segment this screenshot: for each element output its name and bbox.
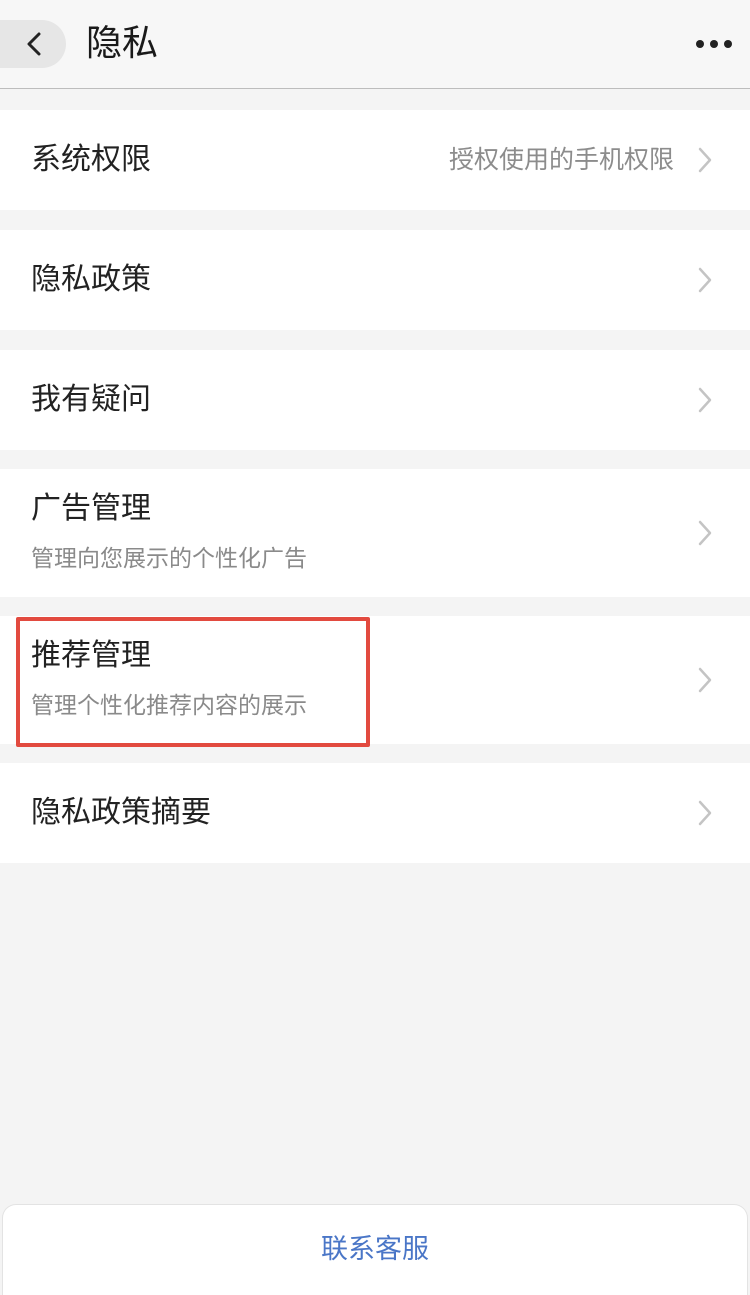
row-title: 系统权限 (31, 142, 151, 177)
back-button[interactable] (0, 20, 66, 68)
chevron-right-icon (698, 800, 712, 826)
row-title: 隐私政策摘要 (31, 795, 211, 830)
row-title: 隐私政策 (31, 262, 151, 297)
page-title: 隐私 (86, 23, 159, 64)
chevron-right-icon (698, 267, 712, 293)
more-horizontal-icon (696, 40, 732, 48)
more-options-button[interactable] (694, 28, 734, 60)
header-bar: 隐私 (0, 0, 750, 89)
privacy-policy-summary-row[interactable]: 隐私政策摘要 (0, 763, 750, 863)
row-title: 我有疑问 (31, 382, 151, 417)
chevron-right-icon (698, 667, 712, 693)
row-value: 授权使用的手机权限 (448, 145, 674, 174)
row-title: 广告管理 (31, 491, 151, 526)
questions-row[interactable]: 我有疑问 (0, 350, 750, 450)
ad-management-row[interactable]: 广告管理 管理向您展示的个性化广告 (0, 469, 750, 597)
row-subtitle: 管理向您展示的个性化广告 (31, 546, 307, 572)
contact-support-button[interactable]: 联系客服 (3, 1205, 747, 1295)
chevron-right-icon (698, 147, 712, 173)
bottom-action-bar: 联系客服 (2, 1204, 748, 1295)
chevron-right-icon (698, 387, 712, 413)
privacy-policy-row[interactable]: 隐私政策 (0, 230, 750, 330)
chevron-right-icon (698, 520, 712, 546)
row-title: 推荐管理 (31, 638, 151, 673)
row-subtitle: 管理个性化推荐内容的展示 (31, 693, 307, 719)
system-permissions-row[interactable]: 系统权限 授权使用的手机权限 (0, 110, 750, 210)
chevron-left-icon (27, 32, 41, 56)
recommendation-management-row[interactable]: 推荐管理 管理个性化推荐内容的展示 (0, 616, 750, 744)
